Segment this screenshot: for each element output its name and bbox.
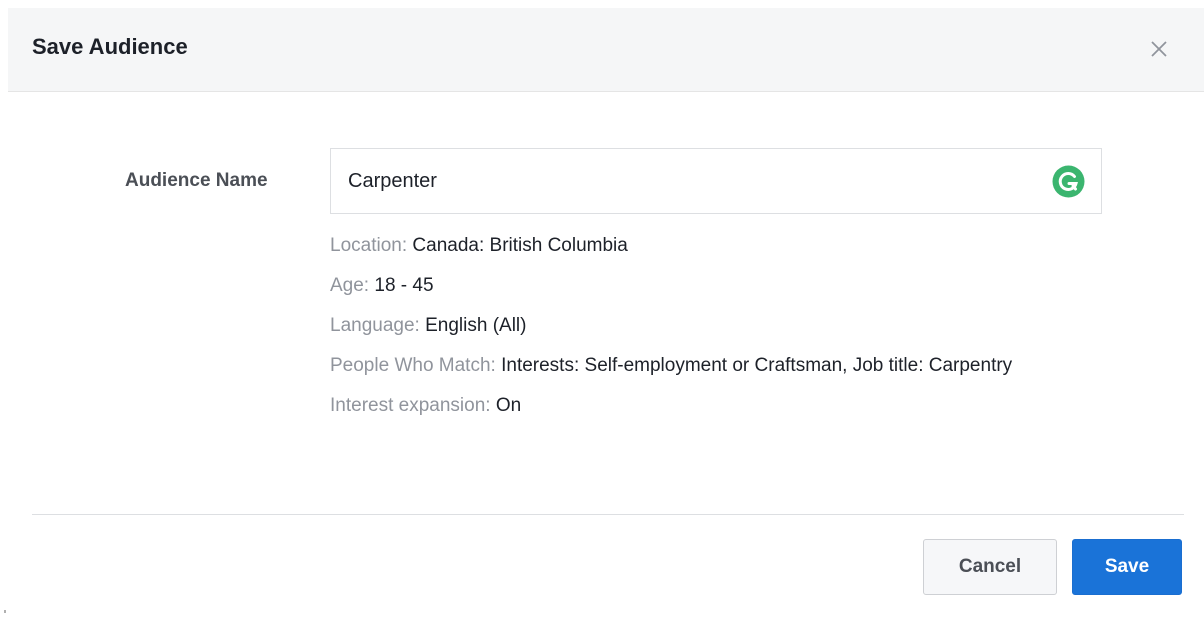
dialog-title: Save Audience xyxy=(32,34,188,59)
summary-key: Age: xyxy=(330,275,370,296)
summary-key: Location: xyxy=(330,235,408,256)
close-icon xyxy=(1151,41,1167,57)
save-button[interactable]: Save xyxy=(1072,539,1182,595)
corner-mark xyxy=(4,610,6,613)
summary-value: 18 - 45 xyxy=(374,275,434,296)
summary-value: English (All) xyxy=(425,315,527,336)
grammarly-icon[interactable] xyxy=(1052,165,1085,198)
audience-name-label: Audience Name xyxy=(125,170,268,191)
summary-value: Canada: British Columbia xyxy=(412,235,628,256)
summary-value: On xyxy=(495,395,522,416)
summary-language: Language: English (All) xyxy=(330,312,1090,340)
footer-divider xyxy=(32,514,1184,515)
save-audience-dialog: Save Audience Audience Name Location: Ca… xyxy=(0,0,1204,618)
summary-interest-expansion: Interest expansion: On xyxy=(330,392,1090,420)
dialog-header: Save Audience xyxy=(8,8,1204,92)
cancel-button[interactable]: Cancel xyxy=(923,539,1057,595)
summary-key: Interest expansion: xyxy=(330,395,491,416)
summary-people-who-match: People Who Match: Interests: Self-employ… xyxy=(330,352,1090,380)
summary-location: Location: Canada: British Columbia xyxy=(330,232,1090,260)
audience-name-input[interactable] xyxy=(331,149,1031,213)
summary-age: Age: 18 - 45 xyxy=(330,272,1090,300)
audience-name-field xyxy=(330,148,1102,214)
summary-key: Language: xyxy=(330,315,420,336)
summary-value: Interests: Self-employment or Craftsman,… xyxy=(501,355,1013,376)
summary-key: People Who Match: xyxy=(330,355,496,376)
audience-summary: Location: Canada: British Columbia Age: … xyxy=(330,232,1090,432)
close-button[interactable] xyxy=(1142,32,1176,66)
